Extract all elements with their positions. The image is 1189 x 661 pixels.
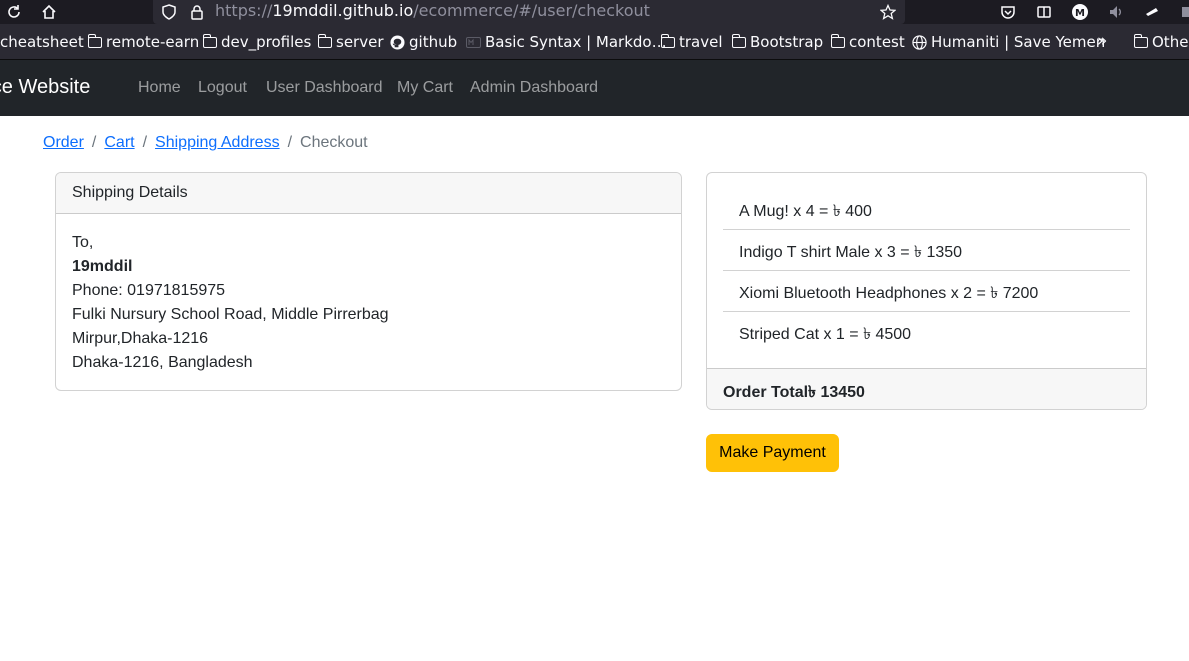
shield-icon[interactable] — [159, 2, 179, 22]
bookmark-item[interactable]: Bootstrap — [731, 33, 824, 51]
account-icon[interactable]: M — [1070, 2, 1090, 22]
shipping-card-body: To, 19mddil Phone: 01971815975 Fulki Nur… — [56, 214, 681, 390]
bookmark-star-icon[interactable] — [878, 2, 898, 22]
order-item: Striped Cat x 1 = ৳ 4500 — [739, 326, 912, 343]
extension-icon[interactable] — [1142, 2, 1162, 22]
bookmark-item[interactable]: github — [390, 33, 457, 51]
order-item: Xiomi Bluetooth Headphones x 2 = ৳ 7200 — [723, 271, 1130, 312]
bookmark-label: Othe — [1152, 33, 1189, 51]
url-scheme: https:// — [215, 1, 273, 20]
nav-my-cart[interactable]: My Cart — [397, 79, 453, 97]
browser-toolbar: https://19mddil.github.io/ecommerce/#/us… — [0, 0, 1189, 24]
order-item-list: A Mug! x 4 = ৳ 400 Indigo T shirt Male x… — [723, 189, 1130, 353]
breadcrumb-separator: / — [287, 134, 293, 151]
bookmark-label: Humaniti | Save Yemen — [931, 33, 1106, 51]
shipping-address-line: Dhaka-1216, Bangladesh — [72, 354, 253, 371]
shipping-phone: Phone: 01971815975 — [72, 282, 226, 299]
extension-2-icon[interactable] — [1176, 2, 1189, 22]
shipping-to: To, — [72, 234, 94, 251]
brand[interactable]: erce Website — [0, 76, 90, 99]
nav-user-dashboard[interactable]: User Dashboard — [266, 79, 383, 97]
nav-logout[interactable]: Logout — [198, 79, 247, 97]
bookmark-label: travel — [679, 33, 723, 51]
bookmark-label: server — [336, 33, 384, 51]
breadcrumb-checkout: Checkout — [300, 134, 368, 151]
bookmark-label: dev_profiles — [221, 33, 312, 51]
breadcrumb-shipping-address[interactable]: Shipping Address — [155, 134, 280, 152]
app-navbar: erce Website Home Logout User Dashboard … — [0, 60, 1189, 116]
nav-home[interactable]: Home — [138, 79, 181, 97]
make-payment-button[interactable]: Make Payment — [706, 434, 839, 472]
bookmark-label: cheatsheet — [0, 33, 84, 51]
bookmark-label: Basic Syntax | Markdo… — [485, 33, 667, 51]
bookmarks-bar: cheatsheet remote-earn dev_profiles serv… — [0, 24, 1189, 60]
folder-icon — [830, 33, 845, 48]
folder-icon — [660, 33, 675, 48]
lock-icon[interactable] — [187, 2, 207, 22]
breadcrumb-order[interactable]: Order — [43, 134, 84, 152]
bookmark-item[interactable]: Humaniti | Save Yemen — [912, 33, 1105, 51]
shipping-name: 19mddil — [72, 258, 133, 275]
shipping-address-line: Mirpur,Dhaka-1216 — [72, 330, 209, 347]
shipping-address-line: Fulki Nursury School Road, Middle Pirrer… — [72, 306, 389, 323]
home-icon[interactable] — [39, 2, 59, 22]
bookmark-item[interactable]: cheatsheet — [0, 33, 84, 51]
folder-icon — [87, 33, 102, 48]
reader-view-icon[interactable] — [1034, 2, 1054, 22]
url-bar[interactable]: https://19mddil.github.io/ecommerce/#/us… — [153, 0, 905, 24]
breadcrumb-separator: / — [142, 134, 148, 151]
folder-icon — [731, 33, 746, 48]
bookmark-label: Bootstrap — [750, 33, 824, 51]
speaker-icon[interactable] — [1106, 2, 1126, 22]
bookmark-item[interactable]: travel — [660, 33, 723, 51]
bookmark-label: github — [409, 33, 458, 51]
reload-icon[interactable] — [4, 2, 24, 22]
shipping-card-header: Shipping Details — [56, 173, 681, 214]
breadcrumb-separator: / — [91, 134, 97, 151]
bookmark-item[interactable]: Othe — [1133, 33, 1189, 51]
svg-text:M: M — [1075, 8, 1085, 19]
globe-icon — [912, 34, 927, 50]
folder-icon — [1133, 33, 1148, 48]
bookmark-label: contest — [849, 33, 905, 51]
order-item: Indigo T shirt Male x 3 = ৳ 1350 — [723, 230, 1130, 271]
markdown-icon — [466, 36, 481, 48]
order-total: Order Total৳ 13450 — [707, 368, 1146, 409]
bookmark-item[interactable]: Basic Syntax | Markdo… — [466, 33, 667, 51]
bookmark-item[interactable]: remote-earn — [87, 33, 200, 51]
url-host: 19mddil.github.io — [272, 1, 414, 20]
github-icon — [390, 34, 405, 50]
bookmark-item[interactable]: contest — [830, 33, 905, 51]
pocket-icon[interactable] — [998, 2, 1018, 22]
bookmark-label: remote-earn — [106, 33, 200, 51]
shipping-details-card: Shipping Details To, 19mddil Phone: 0197… — [55, 172, 682, 391]
folder-icon — [202, 33, 217, 48]
breadcrumb: Order / Cart / Shipping Address / Checko… — [43, 134, 368, 152]
more-bookmarks-icon[interactable]: » — [1097, 31, 1107, 51]
bookmark-item[interactable]: server — [317, 33, 384, 51]
nav-admin-dashboard[interactable]: Admin Dashboard — [470, 79, 598, 97]
breadcrumb-cart[interactable]: Cart — [104, 134, 134, 152]
url-path: /ecommerce/#/user/checkout — [413, 1, 650, 20]
order-item: A Mug! x 4 = ৳ 400 — [723, 189, 1130, 230]
order-summary-card: A Mug! x 4 = ৳ 400 Indigo T shirt Male x… — [706, 172, 1147, 410]
folder-icon — [317, 33, 332, 48]
bookmark-item[interactable]: dev_profiles — [202, 33, 312, 51]
url-text[interactable]: https://19mddil.github.io/ecommerce/#/us… — [215, 1, 650, 20]
